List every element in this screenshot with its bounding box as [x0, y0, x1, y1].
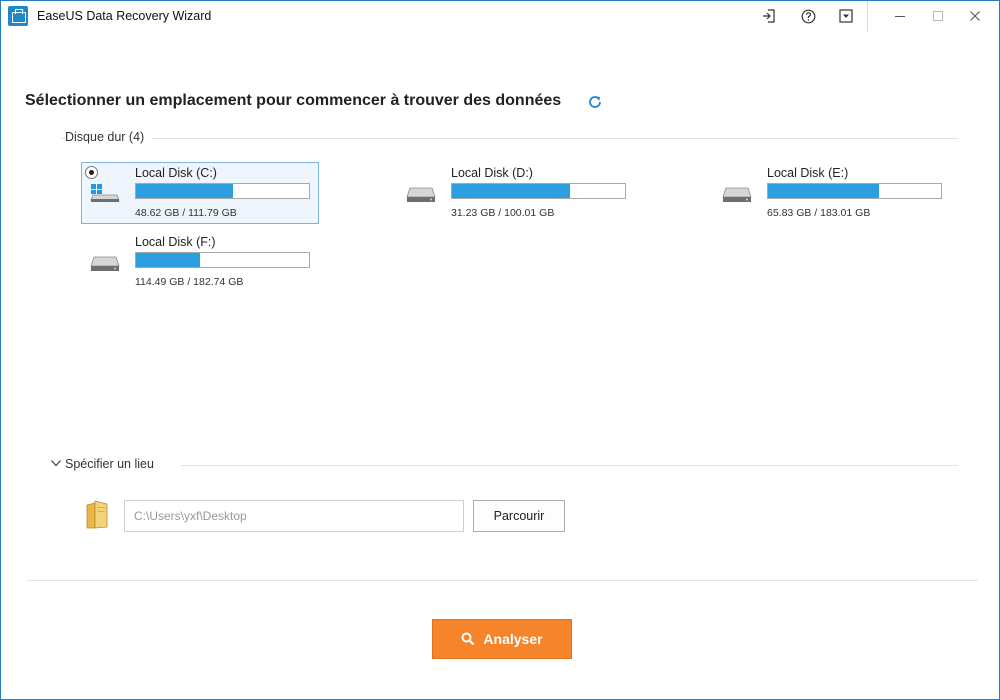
footer-divider	[27, 580, 978, 581]
window-title: EaseUS Data Recovery Wizard	[37, 9, 212, 23]
disk-selected-radio[interactable]	[85, 166, 98, 179]
location-path-input[interactable]	[124, 500, 464, 532]
disk-name: Local Disk (E:)	[767, 166, 849, 180]
disk-name: Local Disk (D:)	[451, 166, 533, 180]
maximize-icon[interactable]	[926, 5, 950, 27]
refresh-icon[interactable]	[587, 94, 603, 110]
app-window: EaseUS Data Recovery Wizard Sélectionner…	[0, 0, 1000, 700]
title-bar: EaseUS Data Recovery Wizard	[1, 1, 999, 32]
chevron-down-icon[interactable]	[50, 457, 62, 469]
disk-name: Local Disk (C:)	[135, 166, 217, 180]
disk-usage-bar	[135, 252, 310, 268]
disk-f[interactable]: Local Disk (F:) 114.49 GB / 182.74 GB	[81, 231, 319, 293]
hard-drive-icon	[90, 184, 120, 202]
folder-icon	[86, 500, 108, 529]
sign-in-icon[interactable]	[757, 5, 781, 27]
disk-usage-fill	[452, 184, 570, 198]
disk-usage-bar	[767, 183, 942, 199]
disk-usage-bar	[135, 183, 310, 199]
help-icon[interactable]	[796, 5, 820, 27]
hard-drive-icon	[90, 256, 120, 271]
drives-section-divider	[61, 138, 958, 139]
browse-button[interactable]: Parcourir	[473, 500, 565, 532]
disk-c[interactable]: Local Disk (C:) 48.62 GB / 111.79 GB	[81, 162, 319, 224]
disk-usage-fill	[136, 184, 233, 198]
disk-size: 31.23 GB / 100.01 GB	[451, 207, 555, 219]
minimize-icon[interactable]	[888, 5, 912, 27]
disk-name: Local Disk (F:)	[135, 235, 216, 249]
hard-drive-icon	[722, 187, 752, 202]
scan-button-label: Analyser	[483, 631, 543, 647]
hard-drive-icon	[406, 187, 436, 202]
drives-section-label: Disque dur (4)	[65, 130, 153, 144]
scan-button[interactable]: Analyser	[432, 619, 572, 659]
disk-size: 48.62 GB / 111.79 GB	[135, 207, 237, 219]
location-section-label[interactable]: Spécifier un lieu	[65, 457, 162, 471]
disk-size: 65.83 GB / 183.01 GB	[767, 207, 871, 219]
search-icon	[461, 632, 475, 646]
easeus-app-icon	[8, 6, 28, 26]
dropdown-menu-icon[interactable]	[834, 5, 858, 27]
location-section-divider	[181, 465, 958, 466]
disk-usage-bar	[451, 183, 626, 199]
title-bar-separator	[867, 1, 868, 32]
disk-usage-fill	[136, 253, 200, 267]
disk-usage-fill	[768, 184, 879, 198]
disk-size: 114.49 GB / 182.74 GB	[135, 276, 244, 288]
close-icon[interactable]	[963, 5, 987, 27]
disk-e[interactable]: Local Disk (E:) 65.83 GB / 183.01 GB	[713, 162, 951, 224]
disk-d[interactable]: Local Disk (D:) 31.23 GB / 100.01 GB	[397, 162, 635, 224]
page-title: Sélectionner un emplacement pour commenc…	[25, 92, 562, 109]
